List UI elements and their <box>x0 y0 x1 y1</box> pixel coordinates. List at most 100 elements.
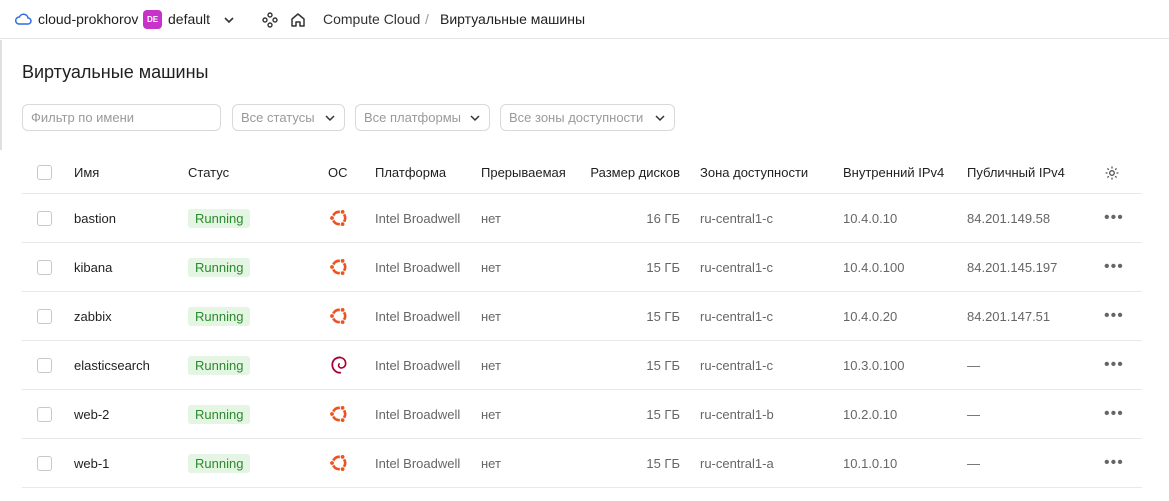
folder-badge[interactable]: DE <box>143 10 162 29</box>
platform-cell: Intel Broadwell <box>375 406 461 422</box>
disk-size-cell: 15 ГБ <box>646 406 680 422</box>
table-row[interactable]: web-1 Running Intel Broadwell нет 15 ГБ … <box>22 439 1142 488</box>
debian-icon <box>328 354 350 376</box>
platform-filter-select[interactable]: Все платформы <box>355 104 490 131</box>
column-header-zone[interactable]: Зона доступности <box>700 152 808 193</box>
select-all-cell <box>37 152 52 193</box>
os-cell <box>328 243 350 291</box>
breadcrumb-separator: / <box>425 11 429 27</box>
platform-filter-value: Все платформы <box>364 110 461 125</box>
actions-cell: ••• <box>1104 292 1124 340</box>
column-header-platform[interactable]: Платформа <box>375 152 446 193</box>
zone-cell: ru-central1-c <box>700 259 773 275</box>
table-row[interactable]: kibana Running Intel Broadwell нет 15 ГБ… <box>22 243 1142 292</box>
cloud-name[interactable]: cloud-prokhorov <box>38 11 138 27</box>
vm-name[interactable]: bastion <box>74 194 116 242</box>
sidebar-edge <box>0 40 2 150</box>
row-checkbox-cell <box>37 390 52 438</box>
column-header-name[interactable]: Имя <box>74 152 99 193</box>
gear-icon[interactable] <box>1104 165 1120 181</box>
more-icon[interactable]: ••• <box>1104 258 1124 276</box>
row-checkbox[interactable] <box>37 308 52 324</box>
row-checkbox-cell <box>37 292 52 340</box>
table-row[interactable]: web-2 Running Intel Broadwell нет 15 ГБ … <box>22 390 1142 439</box>
chevron-down-icon <box>470 115 480 122</box>
table-header: Имя Статус ОС Платформа Прерываемая Разм… <box>22 152 1142 194</box>
column-header-ip-internal[interactable]: Внутренний IPv4 <box>843 152 944 193</box>
platform-cell: Intel Broadwell <box>375 357 461 373</box>
status-badge: Running <box>188 355 251 375</box>
table-row[interactable]: zabbix Running Intel Broadwell нет 15 ГБ… <box>22 292 1142 341</box>
folder-name[interactable]: default <box>168 11 210 27</box>
ubuntu-icon <box>328 452 350 474</box>
column-header-ip-public[interactable]: Публичный IPv4 <box>967 152 1065 193</box>
vm-name[interactable]: zabbix <box>74 292 112 340</box>
breadcrumb-service[interactable]: Compute Cloud <box>323 11 420 27</box>
zone-filter-select[interactable]: Все зоны доступности <box>500 104 675 131</box>
status-filter-select[interactable]: Все статусы <box>232 104 345 131</box>
select-all-checkbox[interactable] <box>37 165 52 180</box>
status-badge: Running <box>188 208 251 228</box>
ubuntu-icon <box>329 209 347 228</box>
internal-ip-cell: 10.4.0.10 <box>843 210 898 226</box>
more-icon[interactable]: ••• <box>1104 405 1124 423</box>
row-checkbox[interactable] <box>37 406 52 422</box>
row-checkbox-cell <box>37 194 52 242</box>
disk-size-cell: 15 ГБ <box>646 259 680 275</box>
internal-ip-cell: 10.1.0.10 <box>843 455 898 471</box>
home-icon[interactable] <box>289 11 307 29</box>
actions-cell: ••• <box>1104 341 1124 389</box>
status-cell: Running <box>188 390 251 438</box>
vm-name[interactable]: web-2 <box>74 390 109 438</box>
vm-name[interactable]: web-1 <box>74 439 109 487</box>
column-header-preemptible[interactable]: Прерываемая <box>481 152 566 193</box>
platform-cell: Intel Broadwell <box>375 308 461 324</box>
row-checkbox[interactable] <box>37 259 52 275</box>
ubuntu-icon <box>328 403 350 425</box>
ubuntu-icon <box>329 405 347 424</box>
preemptible-cell: нет <box>481 308 501 324</box>
actions-cell: ••• <box>1104 390 1124 438</box>
more-icon[interactable]: ••• <box>1104 209 1124 227</box>
vm-name[interactable]: kibana <box>74 243 112 291</box>
more-icon[interactable]: ••• <box>1104 454 1124 472</box>
os-cell <box>328 341 350 389</box>
row-checkbox[interactable] <box>37 210 52 226</box>
chevron-down-icon <box>325 115 335 122</box>
chevron-down-icon[interactable] <box>222 13 236 27</box>
status-cell: Running <box>188 243 251 291</box>
preemptible-cell: нет <box>481 259 501 275</box>
column-header-disk[interactable]: Размер дисков <box>588 152 680 193</box>
public-ip-cell: 84.201.145.197 <box>967 259 1058 275</box>
actions-cell: ••• <box>1104 194 1124 242</box>
status-badge: Running <box>188 306 251 326</box>
zone-cell: ru-central1-c <box>700 210 773 226</box>
more-icon[interactable]: ••• <box>1104 307 1124 325</box>
column-header-os[interactable]: ОС <box>328 152 348 193</box>
row-checkbox-cell <box>37 341 52 389</box>
vm-name[interactable]: elasticsearch <box>74 341 150 389</box>
os-cell <box>328 439 350 487</box>
more-icon[interactable]: ••• <box>1104 356 1124 374</box>
row-checkbox-cell <box>37 243 52 291</box>
table-row[interactable]: elasticsearch Running Intel Broadwell не… <box>22 341 1142 390</box>
row-checkbox-cell <box>37 439 52 487</box>
cloud-icon[interactable] <box>14 11 32 27</box>
public-ip-cell: — <box>967 357 980 373</box>
preemptible-cell: нет <box>481 406 501 422</box>
page-title: Виртуальные машины <box>22 62 209 82</box>
zone-filter-value: Все зоны доступности <box>509 110 644 125</box>
row-checkbox[interactable] <box>37 357 52 373</box>
public-ip-cell: — <box>967 406 980 422</box>
status-badge: Running <box>188 404 251 424</box>
column-header-status[interactable]: Статус <box>188 152 229 193</box>
internal-ip-cell: 10.2.0.10 <box>843 406 898 422</box>
graph-icon[interactable] <box>261 11 279 29</box>
public-ip-cell: 84.201.149.58 <box>967 210 1051 226</box>
os-cell <box>328 292 350 340</box>
top-bar: cloud-prokhorov DE default Compute Cloud… <box>0 0 1169 39</box>
name-filter-input[interactable] <box>22 104 221 131</box>
table-row[interactable]: bastion Running Intel Broadwell нет 16 Г… <box>22 194 1142 243</box>
platform-cell: Intel Broadwell <box>375 455 461 471</box>
row-checkbox[interactable] <box>37 455 52 471</box>
